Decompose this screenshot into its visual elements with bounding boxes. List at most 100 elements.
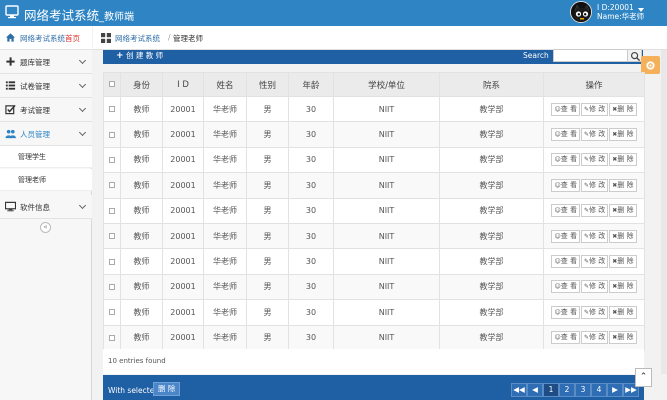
- row-select-cell[interactable]: [103, 172, 121, 199]
- row-select-cell[interactable]: [103, 324, 121, 351]
- row-checkbox[interactable]: [109, 207, 115, 214]
- row-checkbox[interactable]: [109, 131, 115, 138]
- action-label: 查 看: [560, 333, 577, 342]
- row-checkbox[interactable]: [109, 156, 115, 163]
- table-row: 教师 20001 华老师男 30 NIIT 教学部 ☺查 看 ✎修 改 ✖删 除: [103, 121, 645, 148]
- sidebar-item-software-info[interactable]: 软件信息: [0, 195, 92, 219]
- edit-button[interactable]: ✎修 改: [580, 229, 609, 243]
- collapse-sidebar-button[interactable]: «: [40, 222, 51, 233]
- view-button[interactable]: ☺查 看: [551, 305, 580, 319]
- row-select-cell[interactable]: [103, 222, 121, 250]
- view-button[interactable]: ☺查 看: [551, 229, 580, 243]
- row-checkbox[interactable]: [109, 182, 115, 189]
- page-button[interactable]: 3: [575, 383, 591, 397]
- row-checkbox[interactable]: [109, 258, 115, 265]
- page-button[interactable]: 1: [543, 383, 559, 397]
- next-page-button[interactable]: ▶: [607, 383, 623, 397]
- row-select-cell[interactable]: [103, 95, 121, 123]
- row-select-cell[interactable]: [103, 299, 121, 326]
- edit-button[interactable]: ✎修 改: [580, 204, 609, 218]
- search-button[interactable]: [627, 49, 642, 62]
- delete-button[interactable]: ✖删 除: [609, 178, 637, 192]
- select-all-checkbox[interactable]: [109, 81, 115, 87]
- delete-button[interactable]: ✖删 除: [609, 204, 637, 218]
- edit-button[interactable]: ✎修 改: [580, 128, 609, 142]
- delete-button[interactable]: ✖删 除: [609, 305, 637, 319]
- row-select-cell[interactable]: [103, 273, 121, 301]
- bulk-delete-button[interactable]: 删 除: [153, 382, 181, 396]
- table-cell: 男: [246, 197, 289, 224]
- view-button[interactable]: ☺查 看: [551, 280, 580, 294]
- edit-button[interactable]: ✎修 改: [580, 102, 609, 116]
- table-cell: NIIT: [333, 222, 440, 250]
- edit-button[interactable]: ✎修 改: [580, 280, 609, 294]
- row-select-cell[interactable]: [103, 121, 121, 148]
- breadcrumb-home-link[interactable]: 网络考试系统: [115, 33, 160, 44]
- checkbox-icon: [5, 104, 16, 115]
- delete-button[interactable]: ✖删 除: [609, 255, 637, 269]
- view-button[interactable]: ☺查 看: [551, 178, 580, 192]
- sidebar-subitem-students[interactable]: 管理学生: [0, 146, 92, 168]
- view-button[interactable]: ☺查 看: [551, 331, 580, 345]
- row-checkbox[interactable]: [109, 334, 115, 341]
- row-select-cell[interactable]: [103, 248, 121, 275]
- first-page-button[interactable]: ◀◀: [511, 383, 527, 397]
- action-label: 修 改: [589, 257, 606, 266]
- action-label: 查 看: [560, 155, 577, 164]
- caret-down-icon[interactable]: [638, 8, 644, 12]
- edit-button[interactable]: ✎修 改: [580, 153, 609, 167]
- avatar[interactable]: [570, 1, 592, 23]
- sidebar-subitem-teachers[interactable]: 管理老师: [0, 169, 92, 191]
- table-row: 教师 20001 华老师男 30 NIIT 教学部 ☺查 看 ✎修 改 ✖删 除: [103, 146, 645, 174]
- table-cell: 教师: [120, 146, 163, 174]
- page-button[interactable]: 2: [559, 383, 575, 397]
- view-button[interactable]: ☺查 看: [551, 128, 580, 142]
- delete-button[interactable]: ✖删 除: [609, 153, 637, 167]
- computer-icon: [5, 5, 19, 19]
- table-cell: 教师: [120, 172, 163, 199]
- view-button[interactable]: ☺查 看: [551, 102, 580, 116]
- row-checkbox[interactable]: [109, 283, 115, 290]
- edit-button[interactable]: ✎修 改: [580, 178, 609, 192]
- row-actions: ☺查 看 ✎修 改 ✖删 除: [543, 248, 645, 275]
- user-info[interactable]: I D:20001 Name:华老师: [597, 3, 644, 21]
- action-label: 查 看: [560, 282, 577, 291]
- table-row: 教师 20001 华老师男 30 NIIT 教学部 ☺查 看 ✎修 改 ✖删 除: [103, 197, 645, 224]
- scrollbar[interactable]: [661, 50, 667, 374]
- delete-button[interactable]: ✖删 除: [609, 128, 637, 142]
- action-label: 修 改: [589, 333, 606, 342]
- sidebar-item-question-bank[interactable]: 题库管理: [0, 50, 92, 74]
- search-input[interactable]: [553, 49, 628, 62]
- row-actions: ☺查 看 ✎修 改 ✖删 除: [543, 146, 645, 174]
- sidebar-item-exams[interactable]: 考试管理: [0, 98, 92, 122]
- page-button[interactable]: 4: [591, 383, 607, 397]
- edit-button[interactable]: ✎修 改: [580, 331, 609, 345]
- row-select-cell[interactable]: [103, 146, 121, 174]
- row-checkbox[interactable]: [109, 106, 115, 113]
- delete-button[interactable]: ✖删 除: [609, 229, 637, 243]
- row-checkbox[interactable]: [109, 309, 115, 316]
- table-cell: 20001: [162, 95, 204, 123]
- table-cell: 华老师: [203, 95, 247, 123]
- view-button[interactable]: ☺查 看: [551, 204, 580, 218]
- row-select-cell[interactable]: [103, 197, 121, 224]
- table-cell: 华老师: [203, 324, 247, 351]
- select-all-cell[interactable]: [103, 72, 121, 97]
- delete-button[interactable]: ✖删 除: [609, 280, 637, 294]
- edit-button[interactable]: ✎修 改: [580, 305, 609, 319]
- view-button[interactable]: ☺查 看: [551, 153, 580, 167]
- delete-button[interactable]: ✖删 除: [609, 331, 637, 345]
- prev-page-button[interactable]: ◀: [527, 383, 543, 397]
- sidebar-item-home[interactable]: 网络考试系统首页: [0, 26, 92, 50]
- table-cell: 华老师: [203, 222, 247, 250]
- row-checkbox[interactable]: [109, 233, 115, 240]
- table-cell: 教师: [120, 324, 163, 351]
- sidebar-item-papers[interactable]: 试卷管理: [0, 74, 92, 98]
- create-teacher-button[interactable]: + 创 建 教 师: [116, 50, 174, 61]
- edit-button[interactable]: ✎修 改: [580, 255, 609, 269]
- delete-button[interactable]: ✖删 除: [609, 102, 637, 116]
- view-button[interactable]: ☺查 看: [551, 255, 580, 269]
- sidebar-item-personnel[interactable]: 人员管理: [0, 122, 92, 146]
- back-to-top-button[interactable]: ⌃: [635, 368, 652, 387]
- table-cell: 教师: [120, 299, 163, 326]
